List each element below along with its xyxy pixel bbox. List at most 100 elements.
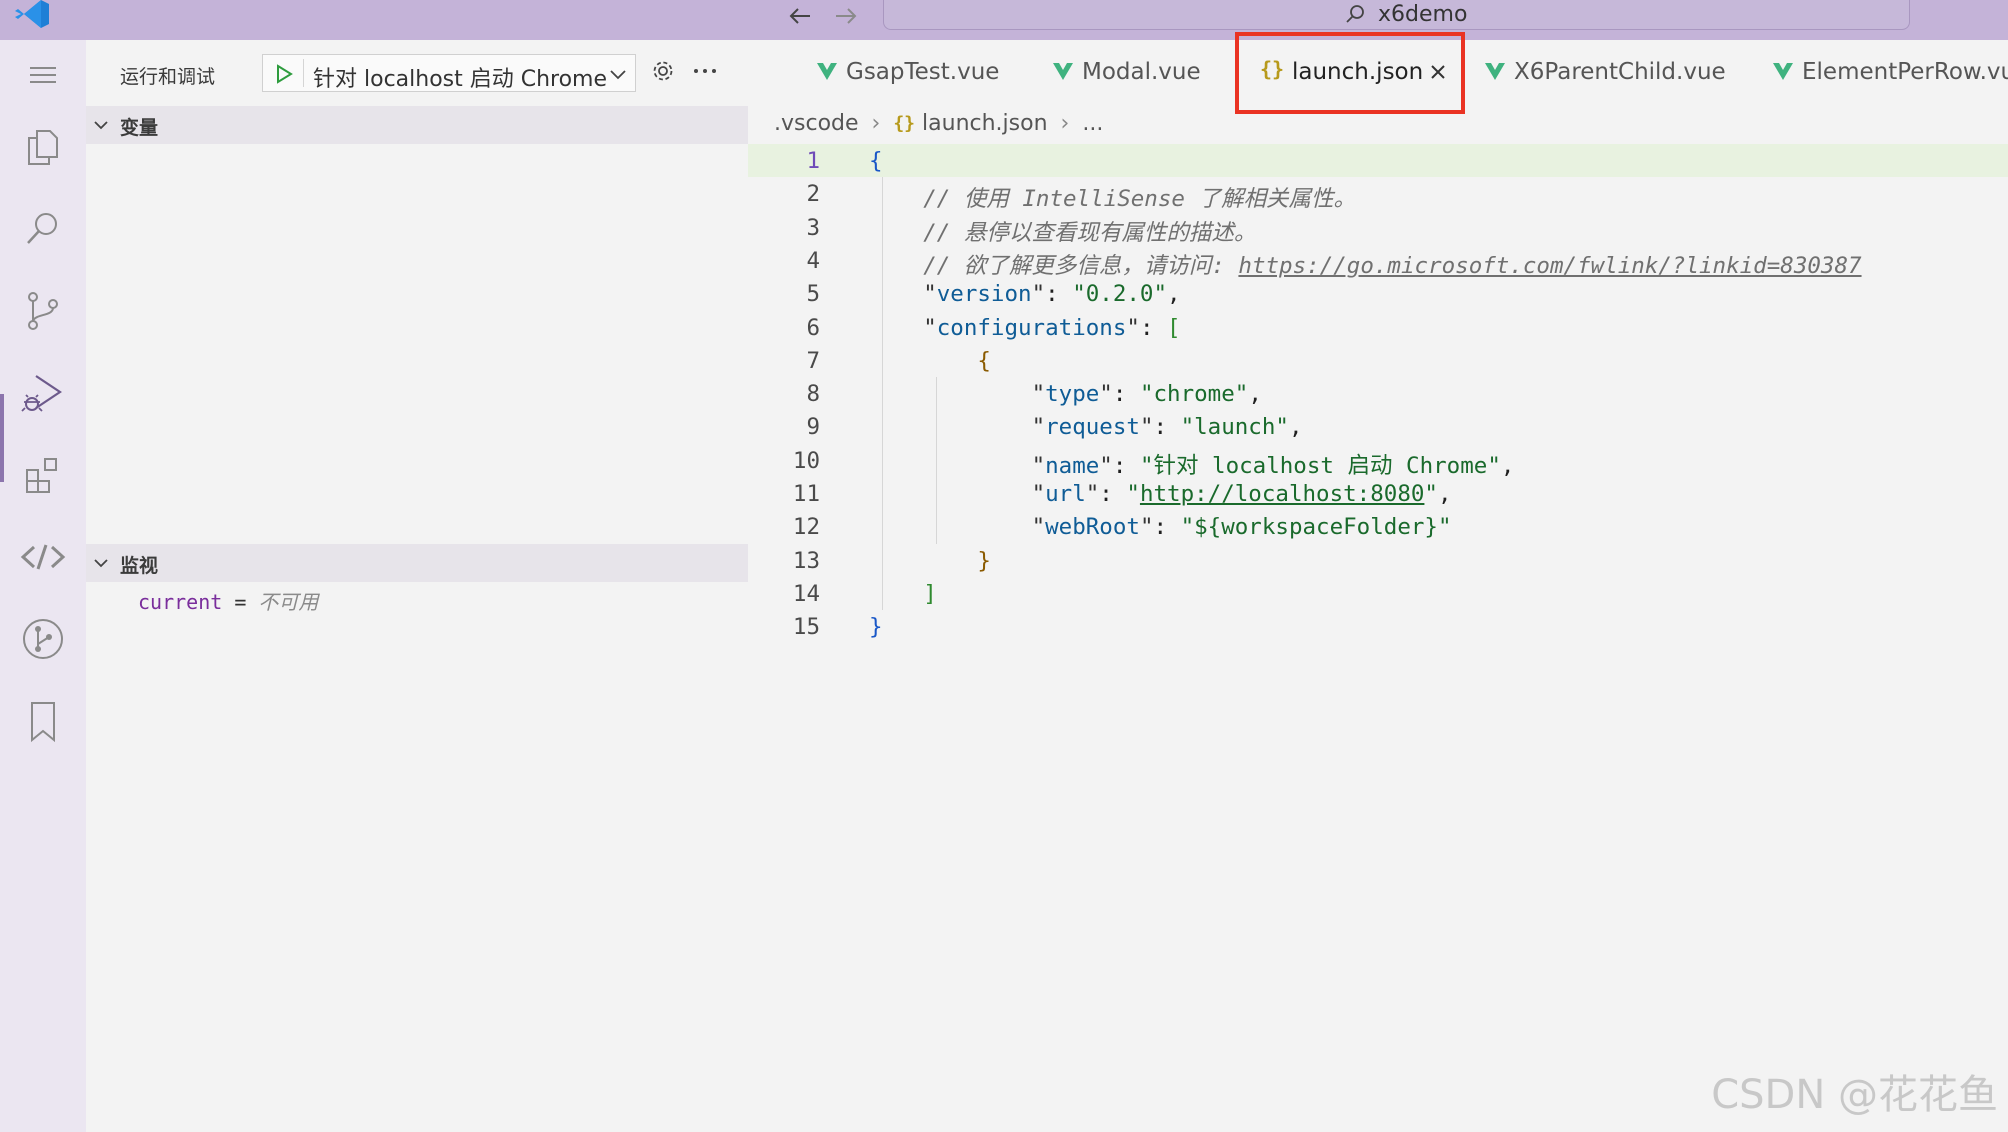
code-token: // 使用 IntelliSense 了解相关属性。 (923, 186, 1356, 213)
code-token: "针对 localhost 启动 Chrome" (1139, 452, 1501, 479)
run-and-debug-icon[interactable] (18, 368, 68, 418)
code-token: " (1126, 314, 1140, 341)
line-content: // 欲了解更多信息，请访问: https://go.microsoft.com… (869, 248, 1862, 280)
code-line[interactable]: 2 // 使用 IntelliSense 了解相关属性。 (748, 177, 2008, 213)
code-token: " (1031, 281, 1046, 308)
sidebar-title: 运行和调试 (120, 66, 216, 88)
code-token: " (923, 314, 937, 341)
search-icon[interactable] (18, 204, 68, 254)
code-line[interactable]: 3 // 悬停以查看现有属性的描述。 (748, 211, 2008, 247)
code-token: // 欲了解更多信息，请访问: (923, 252, 1239, 279)
remote-explorer-icon[interactable] (18, 532, 68, 582)
code-line[interactable]: 7 { (748, 344, 2008, 377)
line-content: // 悬停以查看现有属性的描述。 (869, 215, 1256, 247)
extensions-icon[interactable] (18, 450, 68, 500)
code-token: : (1045, 281, 1073, 308)
breadcrumb-file[interactable]: launch.json (922, 111, 1048, 136)
code-token: " (1099, 452, 1113, 479)
debug-configuration-dropdown[interactable]: 针对 localhost 启动 Chrome (262, 54, 636, 92)
code-token: : (1112, 452, 1140, 479)
code-line[interactable]: 15} (748, 610, 2008, 643)
watch-expression-operator: = (222, 590, 259, 614)
tab-label: X6ParentChild.vue (1514, 59, 1726, 85)
sidebar-header: 运行和调试 针对 localhost 启动 Chrome (86, 40, 748, 104)
watermark: CSDN @花花鱼 (1711, 1072, 1998, 1118)
dropdown-separator (303, 59, 304, 87)
title-bar: x6demo (0, 0, 2008, 40)
code-token: " (1139, 414, 1154, 441)
code-line[interactable]: 13 } (748, 544, 2008, 577)
git-graph-icon[interactable] (18, 614, 68, 664)
arrow-left-icon[interactable] (784, 4, 816, 28)
search-icon (1346, 5, 1364, 23)
code-token: " (1085, 481, 1100, 507)
code-token: "launch" (1180, 414, 1289, 441)
start-debugging-icon[interactable] (273, 63, 295, 85)
code-token: " (1031, 481, 1046, 507)
explorer-files-icon[interactable] (18, 122, 68, 172)
run-debug-sidebar: 运行和调试 针对 localhost 启动 Chrome 变量 监视 curre… (86, 40, 748, 1132)
code-token: " (1031, 452, 1046, 479)
line-number: 13 (792, 547, 820, 574)
code-line[interactable]: 12 "webRoot": "${workspaceFolder}" (748, 510, 2008, 543)
code-token: webRoot (1045, 514, 1140, 541)
more-actions-icon[interactable] (690, 56, 720, 86)
code-token: [ (1167, 314, 1181, 341)
menu-icon[interactable] (18, 50, 68, 100)
chevron-down-icon (94, 559, 108, 568)
line-number: 1 (806, 148, 820, 174)
code-token: : (1099, 481, 1127, 507)
breadcrumb: .vscode › {} launch.json › ... (774, 110, 1103, 140)
breadcrumb-symbol[interactable]: ... (1082, 111, 1103, 136)
code-token: } (977, 547, 991, 574)
code-token: { (869, 148, 883, 174)
code-line[interactable]: 5 "version": "0.2.0", (748, 277, 2008, 310)
line-content: "configurations": [ (869, 314, 1181, 341)
code-token: "chrome" (1139, 381, 1249, 408)
code-token: http://localhost:8080 (1139, 481, 1425, 507)
code-line[interactable]: 6 "configurations": [ (748, 311, 2008, 344)
code-token: "${workspaceFolder}" (1180, 514, 1452, 541)
line-content: "type": "chrome", (869, 381, 1262, 407)
code-token: type (1045, 381, 1100, 408)
code-line[interactable]: 11 "url": "http://localhost:8080", (748, 477, 2008, 510)
command-center-search[interactable]: x6demo (883, 0, 1910, 30)
command-center-label: x6demo (1378, 2, 1468, 27)
gear-icon[interactable] (648, 56, 678, 86)
code-line[interactable]: 10 "name": "针对 localhost 启动 Chrome", (748, 444, 2008, 479)
watch-section-header[interactable]: 监视 (86, 544, 748, 582)
bookmark-icon[interactable] (18, 696, 68, 746)
source-control-icon[interactable] (18, 286, 68, 336)
code-token: " (1139, 514, 1154, 541)
code-token: " (1099, 381, 1113, 408)
line-number: 7 (806, 347, 820, 374)
code-line[interactable]: 4 // 欲了解更多信息，请访问: https://go.microsoft.c… (748, 244, 2008, 280)
code-token: : (1153, 414, 1181, 441)
code-line[interactable]: 1{ (748, 144, 2008, 177)
code-token: { (977, 347, 991, 374)
code-line[interactable]: 8 "type": "chrome", (748, 377, 2008, 410)
line-content: "url": "http://localhost:8080", (869, 481, 1452, 507)
variables-section-header[interactable]: 变量 (86, 106, 748, 144)
code-token: // 悬停以查看现有属性的描述。 (923, 219, 1257, 246)
line-content: "webRoot": "${workspaceFolder}" (869, 514, 1452, 540)
watch-expression-item[interactable]: current = 不可用 (138, 586, 318, 615)
variables-section-label: 变量 (120, 117, 159, 139)
vue-icon (1773, 63, 1793, 80)
code-line[interactable]: 9 "request": "launch", (748, 410, 2008, 443)
chevron-down-icon (610, 70, 626, 80)
activity-bar (0, 40, 87, 1132)
code-token: https://go.microsoft.com/fwlink/?linkid=… (1238, 252, 1862, 279)
code-line[interactable]: 14 ] (748, 577, 2008, 610)
breadcrumb-folder[interactable]: .vscode (774, 111, 859, 136)
code-token: configurations (936, 314, 1127, 341)
arrow-right-icon[interactable] (830, 4, 862, 28)
code-token: } (869, 614, 883, 641)
